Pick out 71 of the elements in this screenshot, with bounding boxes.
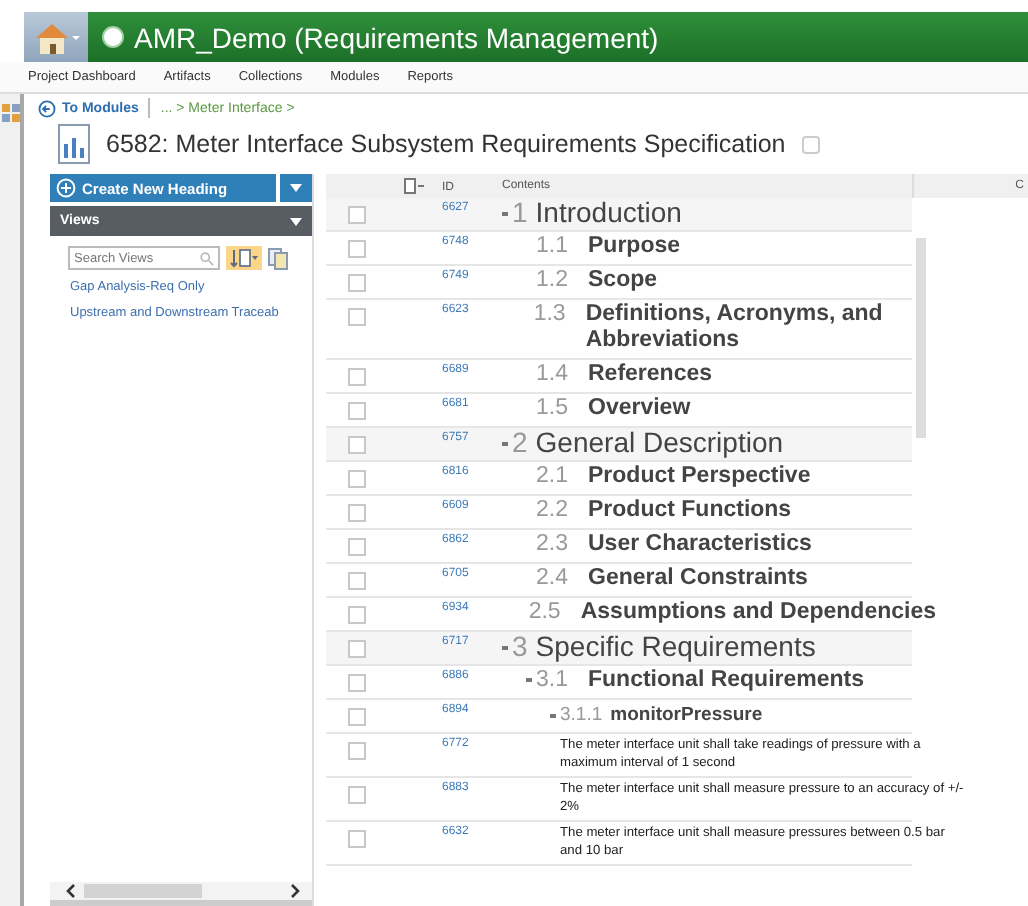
checkbox[interactable] (347, 572, 365, 590)
section-title: Definitions, Acronyms, and Abbreviations (585, 302, 885, 353)
section-title: General Description (535, 428, 784, 459)
checkbox[interactable] (347, 708, 365, 726)
section-title: User Characteristics (588, 532, 812, 558)
section-title: Purpose (588, 234, 681, 260)
app-title: AMR_Demo (Requirements Management) (134, 21, 659, 53)
section-title: Scope (588, 268, 658, 294)
document-menu-icon[interactable] (404, 178, 424, 194)
collapse-icon[interactable] (502, 645, 508, 650)
section-title: Functional Requirements (588, 668, 865, 694)
caret-icon[interactable] (290, 217, 302, 225)
scroll-left-icon[interactable] (66, 884, 76, 898)
checkbox[interactable] (347, 368, 365, 386)
section-number: 1.2 (536, 268, 570, 294)
section-number: 1.4 (536, 362, 570, 388)
checkbox[interactable] (347, 640, 365, 658)
section-title: Specific Requirements (535, 632, 816, 663)
section-title: Product Functions (588, 498, 792, 524)
back-icon (38, 99, 56, 117)
section-number: 1 (512, 198, 528, 229)
checkbox[interactable] (347, 402, 365, 420)
section-number: 3.1.1 (560, 706, 603, 727)
dropdown-button[interactable] (280, 174, 312, 202)
checkbox[interactable] (347, 308, 365, 326)
section-number: 2.2 (536, 498, 570, 524)
scrollbar-thumb[interactable] (84, 884, 202, 898)
section-number: 1.5 (536, 396, 570, 422)
section-title: General Constraints (588, 566, 808, 592)
page-title: 6582: Meter Interface Subsystem Requirements Specification (106, 130, 786, 158)
checkbox[interactable] (347, 538, 365, 556)
section-number: 3 (512, 632, 528, 663)
section-number: 3.1 (536, 668, 570, 694)
scroll-right-icon[interactable] (290, 884, 300, 898)
section-title: monitorPressure (610, 706, 763, 727)
checkbox[interactable] (347, 674, 365, 692)
caret-icon (290, 184, 302, 192)
section-number: 2.3 (536, 532, 570, 558)
section-number: 2.5 (528, 600, 563, 626)
copy-icon[interactable] (268, 247, 288, 269)
add-icon (56, 178, 76, 198)
collapse-icon[interactable] (502, 441, 508, 446)
collapse-icon[interactable] (550, 714, 556, 719)
checkbox[interactable] (347, 504, 365, 522)
checkbox[interactable] (347, 830, 365, 848)
section-title: Assumptions and Dependencies (580, 600, 936, 626)
collapse-icon[interactable] (526, 678, 532, 683)
checkbox[interactable] (347, 274, 365, 292)
checkbox[interactable] (347, 606, 365, 624)
section-title: References (588, 362, 713, 388)
checkbox[interactable] (347, 470, 365, 488)
home-icon[interactable] (24, 12, 88, 62)
sort-icon[interactable] (226, 246, 262, 270)
section-number: 2.1 (536, 464, 570, 490)
section-title: Product Perspective (588, 464, 811, 490)
section-title: Introduction (535, 198, 682, 229)
section-number: 2 (512, 428, 528, 459)
section-number: 1.1 (536, 234, 570, 260)
section-title: Overview (588, 396, 691, 422)
grid-icon[interactable] (1, 104, 19, 122)
checkbox[interactable] (347, 742, 365, 760)
search-icon[interactable] (200, 251, 214, 265)
checkbox[interactable] (347, 240, 365, 258)
collapse-icon[interactable] (502, 211, 508, 216)
checkbox[interactable] (347, 206, 365, 224)
section-number: 2.4 (536, 566, 570, 592)
scrollbar-thumb[interactable] (916, 238, 926, 438)
section-number: 1.3 (533, 302, 568, 328)
checkbox[interactable] (347, 786, 365, 804)
document-icon (58, 124, 90, 164)
checkbox[interactable] (347, 436, 365, 454)
